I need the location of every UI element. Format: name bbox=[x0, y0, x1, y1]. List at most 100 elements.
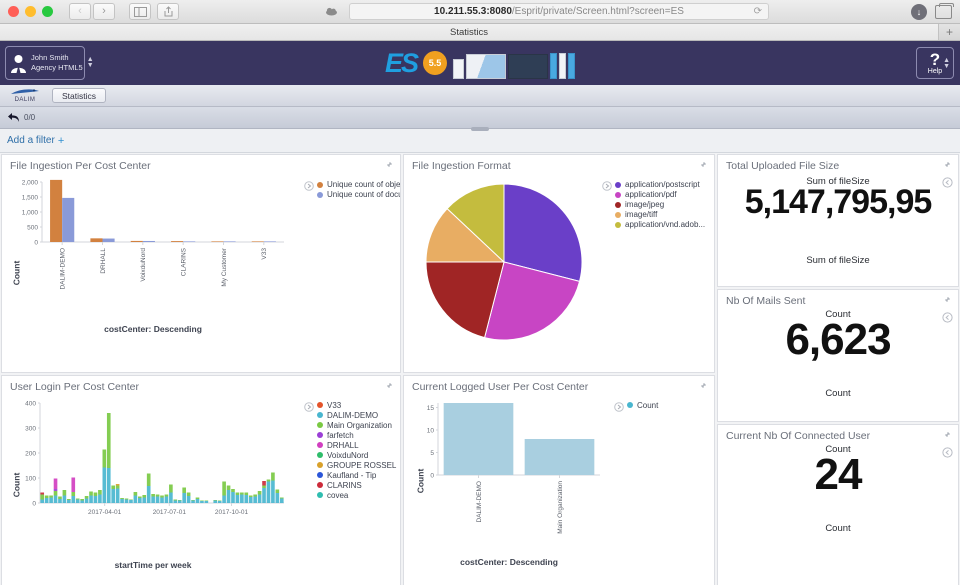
browser-tab-statistics[interactable]: Statistics bbox=[0, 24, 938, 40]
chart-user-login-per-cost-center[interactable]: Count 0 100 200 300 400 2017-04-01 2017-07-01 2… bbox=[2, 395, 304, 585]
legend-collapse-icon[interactable] bbox=[304, 181, 314, 191]
expand-icon[interactable] bbox=[942, 429, 953, 440]
panel-drag-handle[interactable] bbox=[471, 127, 489, 131]
download-icon[interactable]: ↓ bbox=[911, 3, 927, 20]
panel-icons bbox=[384, 380, 395, 391]
previous-icon[interactable] bbox=[942, 446, 953, 458]
browser-tab-label: Statistics bbox=[449, 26, 488, 38]
legend-label: application/pdf bbox=[625, 190, 677, 199]
legend-item[interactable]: farfetch bbox=[317, 431, 396, 440]
expand-icon[interactable] bbox=[698, 380, 709, 391]
legend-item[interactable]: covea bbox=[317, 491, 396, 500]
legend-item[interactable]: image/jpeg bbox=[615, 200, 705, 209]
panel-body: Count 0 500 1,000 1,500 2,000 DALIM-DEMO DRHAL… bbox=[2, 174, 400, 372]
metric-footer-label: Sum of fileSize bbox=[806, 255, 870, 266]
browser-chrome: ‹ › 10.211.55.3:8080/Esprit/private/Scre… bbox=[0, 0, 960, 24]
svg-text:My Customer: My Customer bbox=[221, 247, 228, 286]
legend-item[interactable]: DRHALL bbox=[317, 441, 396, 450]
legend-color-swatch bbox=[317, 422, 323, 428]
legend-color-swatch bbox=[317, 181, 323, 188]
legend-items: Count bbox=[627, 401, 658, 410]
navigation-history-bar: 0/0 bbox=[0, 107, 960, 131]
legend-label: V33 bbox=[327, 400, 342, 410]
reload-icon[interactable]: ⟳ bbox=[754, 6, 762, 17]
legend-item[interactable]: DALIM-DEMO bbox=[317, 411, 396, 420]
swoosh-icon bbox=[10, 88, 40, 97]
legend-item[interactable]: Unique count of docu... bbox=[317, 190, 400, 199]
svg-text:DALIM-DEMO: DALIM-DEMO bbox=[60, 248, 67, 290]
user-name: John Smith bbox=[31, 52, 69, 62]
add-filter-button[interactable]: Add a filter + bbox=[7, 135, 64, 147]
legend-user-login: V33 DALIM-DEMO Main Organization farfetch DR… bbox=[304, 395, 400, 585]
chart-svg: 0 500 1,000 1,500 2,000 DALIM-DEMO DRHALL Voixd… bbox=[22, 179, 284, 290]
sidebar-icon[interactable] bbox=[129, 3, 151, 20]
previous-icon[interactable] bbox=[942, 312, 953, 323]
expand-icon[interactable] bbox=[384, 159, 395, 170]
chart-file-ingestion-per-cost-center[interactable]: Count 0 500 1,000 1,500 2,000 DALIM-DEMO DRHAL… bbox=[2, 174, 304, 372]
legend-item[interactable]: Kaufland - Tip bbox=[317, 471, 396, 480]
maximize-window-button[interactable] bbox=[42, 6, 53, 17]
legend-items: V33 DALIM-DEMO Main Organization farfetch DR… bbox=[317, 401, 396, 500]
svg-text:1,000: 1,000 bbox=[22, 209, 39, 216]
legend-item[interactable]: application/pdf bbox=[615, 190, 705, 199]
svg-text:DALIM-DEMO: DALIM-DEMO bbox=[476, 481, 483, 523]
legend-label: VoixduNord bbox=[327, 450, 369, 460]
share-icon[interactable] bbox=[157, 3, 179, 20]
legend-label: DALIM-DEMO bbox=[327, 410, 379, 420]
forward-icon[interactable]: › bbox=[93, 3, 115, 20]
svg-text:15: 15 bbox=[427, 404, 435, 411]
pie-svg bbox=[425, 183, 583, 341]
legend-item[interactable]: application/vnd.adob... bbox=[615, 220, 705, 229]
previous-icon[interactable] bbox=[942, 177, 953, 188]
minimize-window-button[interactable] bbox=[25, 6, 36, 17]
expand-icon[interactable] bbox=[384, 380, 395, 391]
legend-label: application/postscript bbox=[625, 180, 700, 189]
tabs-icon[interactable] bbox=[935, 2, 954, 19]
tab-statistics[interactable]: Statistics bbox=[52, 88, 107, 103]
legend-item[interactable]: image/tiff bbox=[615, 210, 705, 219]
back-icon[interactable]: ‹ bbox=[69, 3, 91, 20]
user-account-chip[interactable]: John Smith Agency HTML5 ▲ ▼ bbox=[5, 46, 94, 80]
legend-item[interactable]: Unique count of obje... bbox=[317, 180, 400, 189]
legend-collapse-icon[interactable] bbox=[304, 401, 314, 412]
legend-color-swatch bbox=[317, 462, 323, 468]
expand-icon[interactable] bbox=[698, 159, 709, 170]
panel-title: File Ingestion Per Cost Center bbox=[10, 160, 151, 172]
chart-file-ingestion-format[interactable] bbox=[404, 174, 602, 372]
expand-icon[interactable] bbox=[942, 159, 953, 170]
close-window-button[interactable] bbox=[8, 6, 19, 17]
legend-collapse-icon[interactable] bbox=[614, 401, 624, 412]
legend-item[interactable]: GROUPE ROSSEL bbox=[317, 461, 396, 470]
legend-item[interactable]: V33 bbox=[317, 401, 396, 410]
svg-text:Main Organization: Main Organization bbox=[557, 480, 564, 533]
legend-item[interactable]: VoixduNord bbox=[317, 451, 396, 460]
legend-color-swatch bbox=[317, 442, 323, 448]
dashboard-left-column: File Ingestion Per Cost Center Count 0 50… bbox=[0, 153, 716, 585]
legend-item[interactable]: Count bbox=[627, 401, 658, 410]
panel-user-login-per-cost-center: User Login Per Cost Center Count 0 100 200… bbox=[1, 374, 401, 585]
dashboard-grid: File Ingestion Per Cost Center Count 0 50… bbox=[0, 153, 960, 585]
legend-label: CLARINS bbox=[327, 480, 362, 490]
hero-card-catalog bbox=[466, 54, 507, 79]
svg-text:100: 100 bbox=[25, 475, 36, 482]
avatar-icon bbox=[10, 54, 27, 73]
expand-icon[interactable] bbox=[942, 294, 953, 305]
new-tab-button[interactable]: + bbox=[938, 24, 960, 40]
svg-text:2,000: 2,000 bbox=[22, 179, 39, 186]
legend-item[interactable]: Main Organization bbox=[317, 421, 396, 430]
legend-item[interactable]: application/postscript bbox=[615, 180, 705, 189]
filter-bar: Add a filter + bbox=[0, 129, 960, 153]
hero-bottle-3 bbox=[568, 53, 576, 79]
chart-current-logged-user[interactable]: Count 0 5 10 15 DALIM-DEMO Main Organization … bbox=[404, 395, 614, 585]
x-axis-label: startTime per week bbox=[114, 559, 192, 570]
help-button[interactable]: ? Help ▲ ▼ bbox=[916, 47, 954, 79]
undo-arrow-icon[interactable] bbox=[7, 112, 20, 123]
legend-item[interactable]: CLARINS bbox=[317, 481, 396, 490]
panel-icons bbox=[384, 159, 395, 170]
legend-color-swatch bbox=[317, 452, 323, 458]
cloud-icon[interactable] bbox=[321, 4, 341, 19]
hero-bottle-2 bbox=[559, 53, 567, 79]
y-axis-label: Count bbox=[11, 260, 22, 286]
dashboard-right-column: Total Uploaded File Size Sum of fileSize… bbox=[716, 153, 960, 585]
url-input[interactable]: 10.211.55.3:8080/Esprit/private/Screen.h… bbox=[349, 3, 769, 20]
